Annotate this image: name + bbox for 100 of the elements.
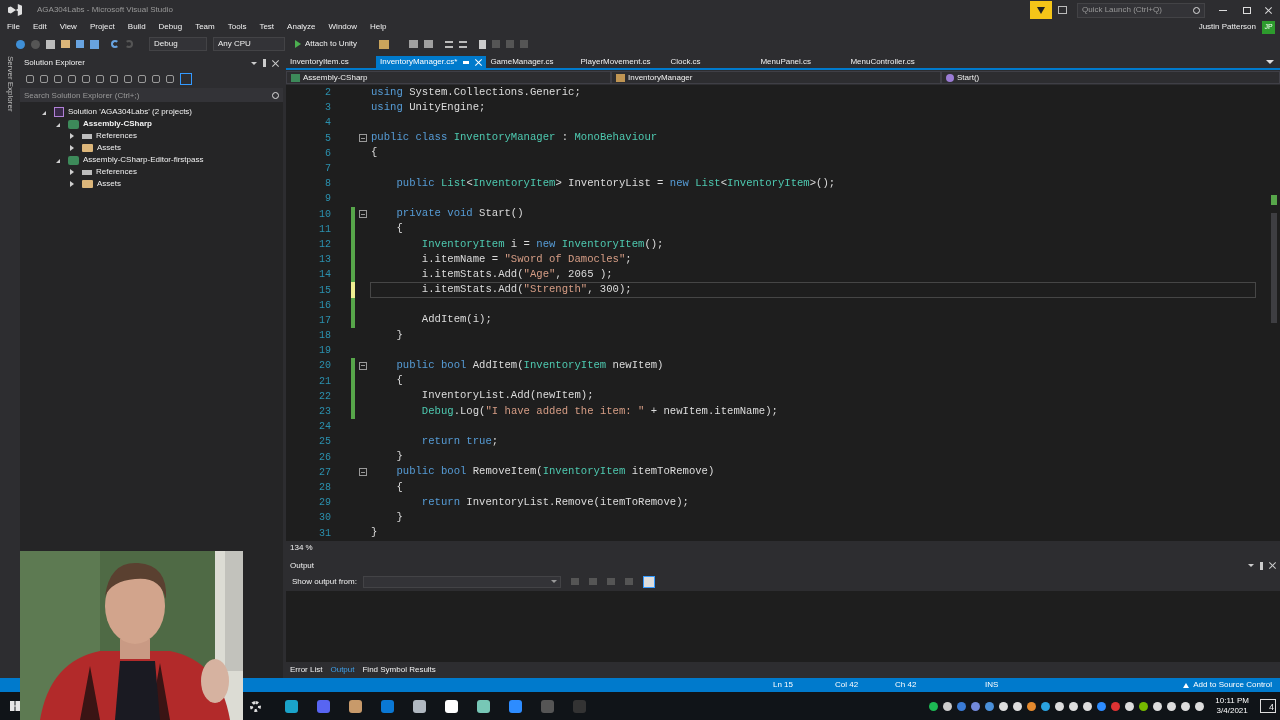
collapse-icon[interactable] <box>358 210 367 219</box>
menu-item[interactable]: Debug <box>158 21 183 33</box>
line-number: 6 <box>324 146 331 161</box>
menu-item[interactable]: Tools <box>227 21 247 33</box>
expander-icon[interactable] <box>70 181 74 187</box>
user-name[interactable]: Justin Patterson <box>1198 21 1256 33</box>
quick-launch-input[interactable]: Quick Launch (Ctrl+Q) <box>1082 4 1193 16</box>
code-line: using System.Collections.Generic; <box>371 84 581 100</box>
pin-icon[interactable] <box>1260 561 1263 570</box>
line-number: 30 <box>318 511 331 526</box>
code-line: public bool RemoveItem(InventoryItem itemToRemove) <box>395 464 715 480</box>
line-number: 29 <box>318 496 331 511</box>
project-icon <box>68 119 79 129</box>
line-number: 17 <box>318 313 331 328</box>
line-number: 2 <box>324 86 331 101</box>
configuration-dropdown[interactable]: Debug <box>149 37 207 51</box>
menu-item[interactable]: Edit <box>32 21 47 33</box>
line-number: 4 <box>324 116 331 131</box>
expander-icon[interactable] <box>70 169 74 175</box>
code-line: } <box>395 449 403 465</box>
platform-dropdown[interactable]: Any CPU <box>213 37 285 51</box>
menu-item[interactable]: Team <box>195 21 215 33</box>
server-explorer-tab[interactable]: Server Explorer <box>4 56 16 146</box>
code-line: return InventoryList.Remove(itemToRemove); <box>420 494 689 510</box>
tree-item[interactable]: References <box>96 130 137 142</box>
editor-tab[interactable]: PlayerMovement.cs <box>576 56 667 68</box>
word-wrap-icon[interactable] <box>642 575 655 588</box>
toolbar-icon[interactable] <box>379 39 390 49</box>
menu-item[interactable]: Test <box>259 21 275 33</box>
app-icon[interactable] <box>349 699 362 713</box>
panel-tab[interactable]: Error List <box>290 664 323 676</box>
code-line: return true; <box>420 433 499 449</box>
editor-tab[interactable]: InventoryManager.cs* <box>376 56 487 68</box>
folder-icon <box>82 144 93 152</box>
line-number: 19 <box>318 344 331 359</box>
app-icon[interactable] <box>477 699 490 713</box>
project-icon <box>291 73 300 82</box>
expander-icon[interactable] <box>70 145 74 151</box>
menu-item[interactable]: Window <box>328 21 357 33</box>
zoom-dropdown[interactable]: 134 % <box>290 541 324 554</box>
code-line: AddItem(i); <box>420 312 492 328</box>
app-icon[interactable] <box>413 699 426 713</box>
code-line: } <box>395 327 403 343</box>
collapse-icon[interactable] <box>358 468 367 477</box>
menu-item[interactable]: Project <box>89 21 115 33</box>
editor-tab[interactable]: MenuController.cs <box>846 56 937 68</box>
minimize-icon[interactable] <box>1219 9 1227 11</box>
menu-item[interactable]: Analyze <box>287 21 316 33</box>
menu-item[interactable]: File <box>7 21 20 33</box>
code-line: { <box>395 221 403 237</box>
status-text: Ch 42 <box>895 679 918 691</box>
line-number: 28 <box>318 480 331 495</box>
restore-icon[interactable] <box>1243 6 1251 14</box>
editor-tab[interactable]: Clock.cs <box>666 56 757 68</box>
class-dropdown[interactable]: InventoryManager <box>611 71 941 84</box>
line-number: 11 <box>318 222 331 237</box>
tree-item[interactable]: Assembly-CSharp <box>83 118 152 130</box>
pin-icon[interactable] <box>463 60 470 64</box>
tree-item[interactable]: Solution 'AGA304Labs' (2 projects) <box>68 106 192 118</box>
panel-tab[interactable]: Find Symbol Results <box>362 664 436 676</box>
feedback-button[interactable] <box>1030 1 1052 19</box>
toolbar-icon[interactable] <box>180 73 192 85</box>
clock-time[interactable]: 10:11 PM <box>1215 696 1249 706</box>
tree-item[interactable]: Assets <box>97 178 121 190</box>
quick-launch-field[interactable]: Quick Launch (Ctrl+Q) <box>1077 2 1205 18</box>
app-icon[interactable] <box>445 699 458 713</box>
source-control-button[interactable]: Add to Source Control <box>1183 679 1272 691</box>
line-number: 22 <box>318 389 331 404</box>
code-line: Debug.Log("I have added the item: " + newItem.itemName); <box>420 403 778 419</box>
project-icon <box>68 155 79 165</box>
member-dropdown[interactable]: Start() <box>941 71 1280 84</box>
project-dropdown[interactable]: Assembly-CSharp <box>286 71 611 84</box>
visual-studio-logo-icon <box>8 4 22 16</box>
tree-item[interactable]: References <box>96 166 137 178</box>
panel-tab[interactable]: Output <box>330 664 355 676</box>
attach-button[interactable]: Attach to Unity <box>291 38 362 50</box>
collapse-icon[interactable] <box>358 134 367 143</box>
menu-item[interactable]: View <box>59 21 77 33</box>
line-number: 24 <box>318 420 331 435</box>
dropdown-icon[interactable] <box>1248 564 1254 568</box>
windows-icon[interactable] <box>10 701 20 711</box>
editor-tab[interactable]: InventoryItem.cs <box>286 56 376 68</box>
tree-item[interactable]: Assets <box>97 142 121 154</box>
collapse-icon[interactable] <box>358 361 367 370</box>
gear-icon[interactable] <box>250 700 261 712</box>
line-number: 3 <box>324 101 331 116</box>
app-icon[interactable] <box>285 699 298 713</box>
notification-badge[interactable]: 4 <box>1260 699 1276 713</box>
editor-tab[interactable]: GameManager.cs <box>486 56 577 68</box>
dropdown-icon[interactable] <box>1266 60 1274 64</box>
expander-icon[interactable] <box>70 133 74 139</box>
dropdown-icon[interactable] <box>251 61 257 65</box>
menu-item[interactable]: Build <box>127 21 146 33</box>
tree-item[interactable]: Assembly-CSharp-Editor-firstpass <box>83 154 204 166</box>
line-number: 15 <box>318 283 331 298</box>
menu-item[interactable]: Help <box>370 21 387 33</box>
line-number: 18 <box>318 329 331 344</box>
undo-icon[interactable] <box>111 40 119 48</box>
editor-tab[interactable]: MenuPanel.cs <box>756 56 847 68</box>
clock-date[interactable]: 3/4/2021 <box>1216 706 1248 716</box>
